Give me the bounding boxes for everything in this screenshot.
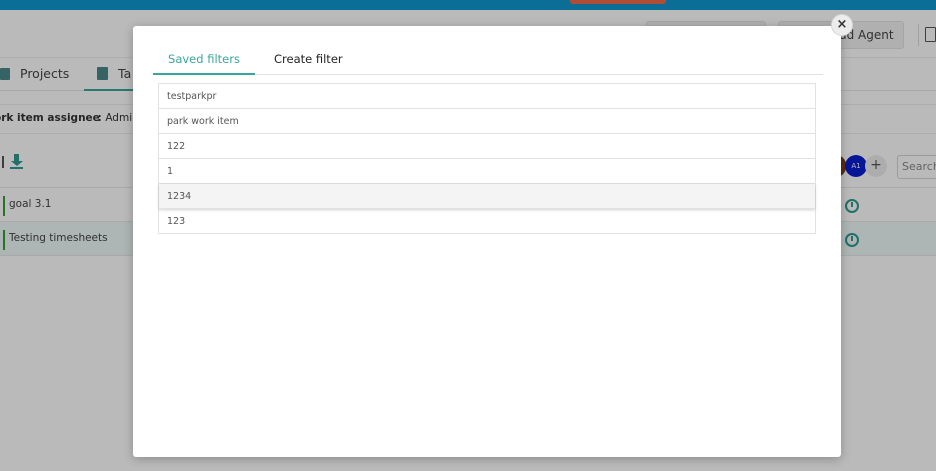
list-item[interactable]: 122	[159, 134, 815, 159]
list-item[interactable]: 1234	[159, 184, 815, 209]
list-item[interactable]: 1	[159, 159, 815, 184]
list-item[interactable]: 123	[159, 209, 815, 234]
tab-create-filter[interactable]: Create filter	[274, 50, 343, 75]
close-icon[interactable]: ×	[831, 14, 853, 36]
modal-tabs: Saved filters Create filter	[153, 50, 823, 75]
filters-modal: Saved filters Create filter testparkpr p…	[133, 26, 841, 457]
list-item[interactable]: testparkpr	[159, 84, 815, 109]
tab-saved-filters[interactable]: Saved filters	[153, 50, 255, 75]
list-item[interactable]: park work item	[159, 109, 815, 134]
saved-filters-list: testparkpr park work item 122 1 1234 123	[158, 83, 816, 234]
